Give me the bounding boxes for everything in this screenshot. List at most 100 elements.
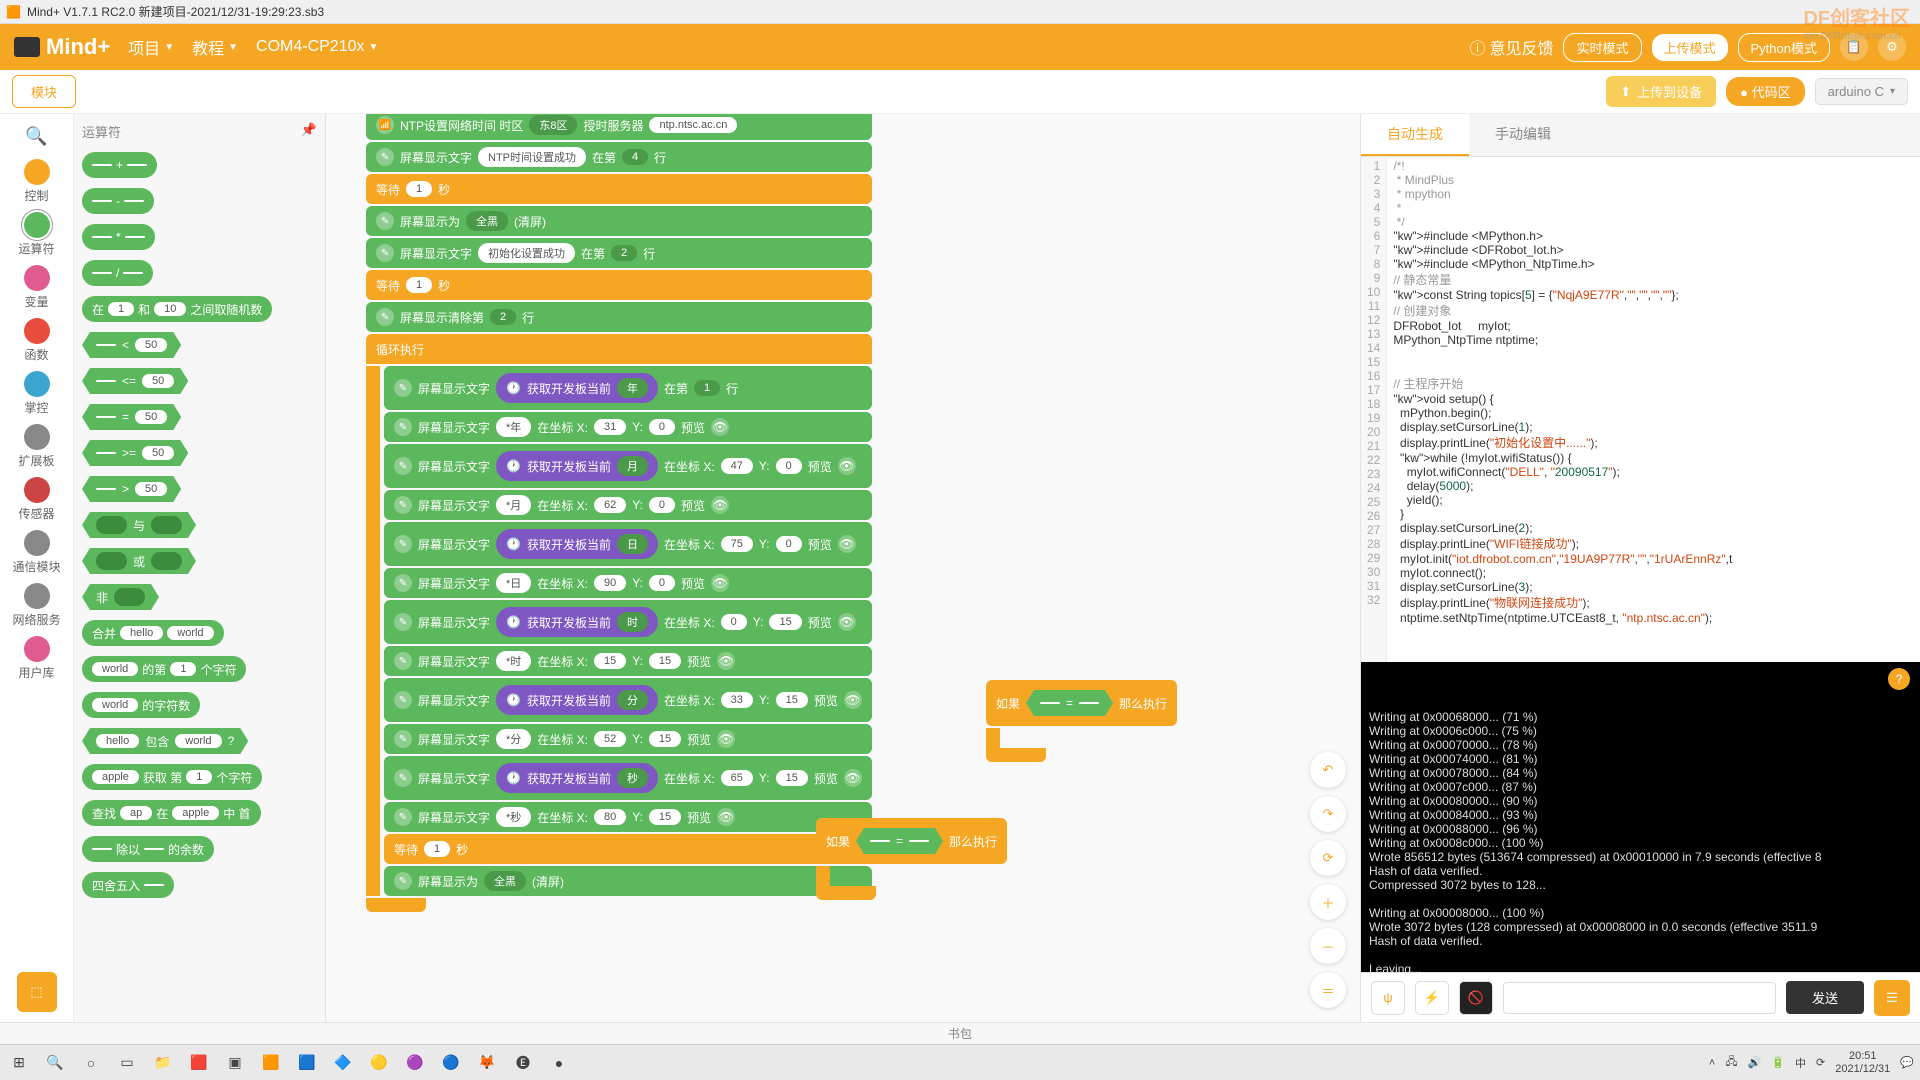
taskview-icon[interactable]: ▭ <box>114 1050 140 1076</box>
category-传感器[interactable]: 传感器 <box>7 473 67 526</box>
block-palette[interactable]: 运算符📌 + - * / 在1和10之间取随机数 <50 <=50 =50 >=… <box>74 114 326 1022</box>
op-contains[interactable]: hello包含world? <box>82 728 248 754</box>
eye-icon[interactable]: 👁 <box>717 652 735 670</box>
store-icon[interactable]: 🟦 <box>294 1050 320 1076</box>
mode-realtime-button[interactable]: 实时模式 <box>1563 33 1641 62</box>
block-wait[interactable]: 等待1秒 <box>366 270 872 300</box>
block-disp-text[interactable]: ✎屏幕显示文字*日在坐标 X:90Y:0预览👁 <box>384 568 872 598</box>
block-wait[interactable]: 等待1秒 <box>366 174 872 204</box>
block-disp-text[interactable]: ✎屏幕显示文字🕐获取开发板当前时在坐标 X:0Y:15预览👁 <box>384 600 872 644</box>
zoom-out-button[interactable]: － <box>1310 928 1346 964</box>
block-disp-text[interactable]: ✎屏幕显示文字🕐获取开发板当前月在坐标 X:47Y:0预览👁 <box>384 444 872 488</box>
op-concat[interactable]: 合并helloworld <box>82 620 224 646</box>
category-运算符[interactable]: 运算符 <box>7 208 67 261</box>
block-if[interactable]: 如果=那么执行 <box>816 818 1007 864</box>
zoom-reset-button[interactable]: ＝ <box>1310 972 1346 1008</box>
eye-icon[interactable]: 👁 <box>844 769 862 787</box>
sync-icon[interactable]: ⟳ <box>1816 1056 1825 1069</box>
feedback-link[interactable]: ⓘ意见反馈 <box>1469 35 1553 59</box>
port-selector[interactable]: COM4-CP210x▼ <box>256 38 378 56</box>
eye-icon[interactable]: 👁 <box>711 574 729 592</box>
block-ntp-set[interactable]: 📶NTP设置网络时间 时区东8区授时服务器ntp.ntsc.ac.cn <box>366 114 872 140</box>
eye-icon[interactable]: 👁 <box>838 613 856 631</box>
eye-icon[interactable]: 👁 <box>844 691 862 709</box>
upload-button[interactable]: ⬆上传到设备 <box>1606 76 1716 107</box>
ie-icon[interactable]: 🅔 <box>510 1050 536 1076</box>
clock[interactable]: 20:51 2021/12/31 <box>1835 1050 1890 1074</box>
op-find[interactable]: 查找ap在apple中 首 <box>82 800 261 826</box>
category-函数[interactable]: 函数 <box>7 314 67 367</box>
eye-icon[interactable]: 👁 <box>838 457 856 475</box>
eye-icon[interactable]: 👁 <box>711 418 729 436</box>
category-扩展板[interactable]: 扩展板 <box>7 420 67 473</box>
op-or[interactable]: 或 <box>82 548 196 574</box>
block-disp-as[interactable]: ✎屏幕显示为全黑(清屏) <box>366 206 872 236</box>
block-disp-clear[interactable]: ✎屏幕显示清除第2行 <box>366 302 872 332</box>
eye-icon[interactable]: 👁 <box>717 808 735 826</box>
block-disp-as[interactable]: ✎屏幕显示为全黑(清屏) <box>384 866 872 896</box>
clear-icon[interactable]: 🚫 <box>1459 981 1493 1015</box>
block-loop[interactable]: 循环执行 <box>366 334 872 364</box>
op-minus[interactable]: - <box>82 188 154 214</box>
eye-icon[interactable]: 👁 <box>717 730 735 748</box>
firefox-icon[interactable]: 🦊 <box>474 1050 500 1076</box>
flash-icon[interactable]: ⚡ <box>1415 981 1449 1015</box>
help-icon[interactable]: ? <box>1888 668 1910 690</box>
block-disp-text[interactable]: ✎屏幕显示文字*年在坐标 X:31Y:0预览👁 <box>384 412 872 442</box>
op-not[interactable]: 非 <box>82 584 159 610</box>
block-disp-text[interactable]: ✎屏幕显示文字初始化设置成功在第2行 <box>366 238 872 268</box>
menu-project[interactable]: 项目▼ <box>128 35 174 59</box>
serial-input[interactable] <box>1503 982 1776 1014</box>
category-用户库[interactable]: 用户库 <box>7 632 67 685</box>
pin-icon[interactable]: 📌 <box>301 122 317 141</box>
block-wait[interactable]: 等待1秒 <box>384 834 872 864</box>
undo-button[interactable]: ↶ <box>1310 752 1346 788</box>
block-disp-text[interactable]: ✎屏幕显示文字*分在坐标 X:52Y:15预览👁 <box>384 724 872 754</box>
op-mul[interactable]: * <box>82 224 155 250</box>
op-lt[interactable]: <50 <box>82 332 181 358</box>
block-disp-text[interactable]: ✎屏幕显示文字*月在坐标 X:62Y:0预览👁 <box>384 490 872 520</box>
code-area-button[interactable]: ● 代码区 <box>1726 77 1804 106</box>
category-控制[interactable]: 控制 <box>7 155 67 208</box>
tidy-button[interactable]: ⟳ <box>1310 840 1346 876</box>
search-icon[interactable]: 🔍 <box>7 122 67 151</box>
app-icon[interactable]: ● <box>546 1050 572 1076</box>
op-gte[interactable]: >=50 <box>82 440 188 466</box>
edge-icon[interactable]: 🔷 <box>330 1050 356 1076</box>
mindplus-icon[interactable]: 🟧 <box>258 1050 284 1076</box>
eye-icon[interactable]: 👁 <box>838 535 856 553</box>
notifications-icon[interactable]: 💬 <box>1900 1056 1914 1069</box>
op-lte[interactable]: <=50 <box>82 368 188 394</box>
mode-upload-button[interactable]: 上传模式 <box>1652 34 1728 61</box>
category-通信模块[interactable]: 通信模块 <box>7 526 67 579</box>
block-disp-text[interactable]: ✎屏幕显示文字🕐获取开发板当前分在坐标 X:33Y:15预览👁 <box>384 678 872 722</box>
block-disp-text[interactable]: ✎屏幕显示文字🕐获取开发板当前年在第1行 <box>384 366 872 410</box>
op-random[interactable]: 在1和10之间取随机数 <box>82 296 272 322</box>
send-button[interactable]: 发送 <box>1786 981 1864 1014</box>
block-disp-text[interactable]: ✎屏幕显示文字NTP时间设置成功在第4行 <box>366 142 872 172</box>
op-and[interactable]: 与 <box>82 512 196 538</box>
battery-icon[interactable]: 🔋 <box>1771 1056 1785 1069</box>
zoom-in-button[interactable]: ＋ <box>1310 884 1346 920</box>
explorer-icon[interactable]: 📁 <box>150 1050 176 1076</box>
extensions-button[interactable]: ⬚ <box>17 972 57 1012</box>
tab-manual[interactable]: 手动编辑 <box>1469 114 1577 156</box>
terminal-icon[interactable]: ▣ <box>222 1050 248 1076</box>
op-plus[interactable]: + <box>82 152 157 178</box>
terminal[interactable]: ? Writing at 0x00068000... (71 %) Writin… <box>1361 662 1920 972</box>
op-strlen[interactable]: world的字符数 <box>82 692 200 718</box>
block-disp-text[interactable]: ✎屏幕显示文字🕐获取开发板当前日在坐标 X:75Y:0预览👁 <box>384 522 872 566</box>
op-charat[interactable]: world的第1个字符 <box>82 656 246 682</box>
eye-icon[interactable]: 👁 <box>711 496 729 514</box>
op-mod[interactable]: 除以的余数 <box>82 836 214 862</box>
op-eq[interactable]: =50 <box>82 404 181 430</box>
code-editor[interactable]: 1234567891011121314151617181920212223242… <box>1361 157 1920 662</box>
tab-auto[interactable]: 自动生成 <box>1361 114 1469 156</box>
block-canvas[interactable]: 📶NTP设置网络时间 时区东8区授时服务器ntp.ntsc.ac.cn ✎屏幕显… <box>326 114 1360 1022</box>
op-split[interactable]: apple获取 第1个字符 <box>82 764 262 790</box>
chrome-icon[interactable]: 🔵 <box>438 1050 464 1076</box>
network-icon[interactable]: 🖧 <box>1725 1053 1737 1072</box>
op-div[interactable]: / <box>82 260 153 286</box>
category-变量[interactable]: 变量 <box>7 261 67 314</box>
cortana-icon[interactable]: ○ <box>78 1050 104 1076</box>
